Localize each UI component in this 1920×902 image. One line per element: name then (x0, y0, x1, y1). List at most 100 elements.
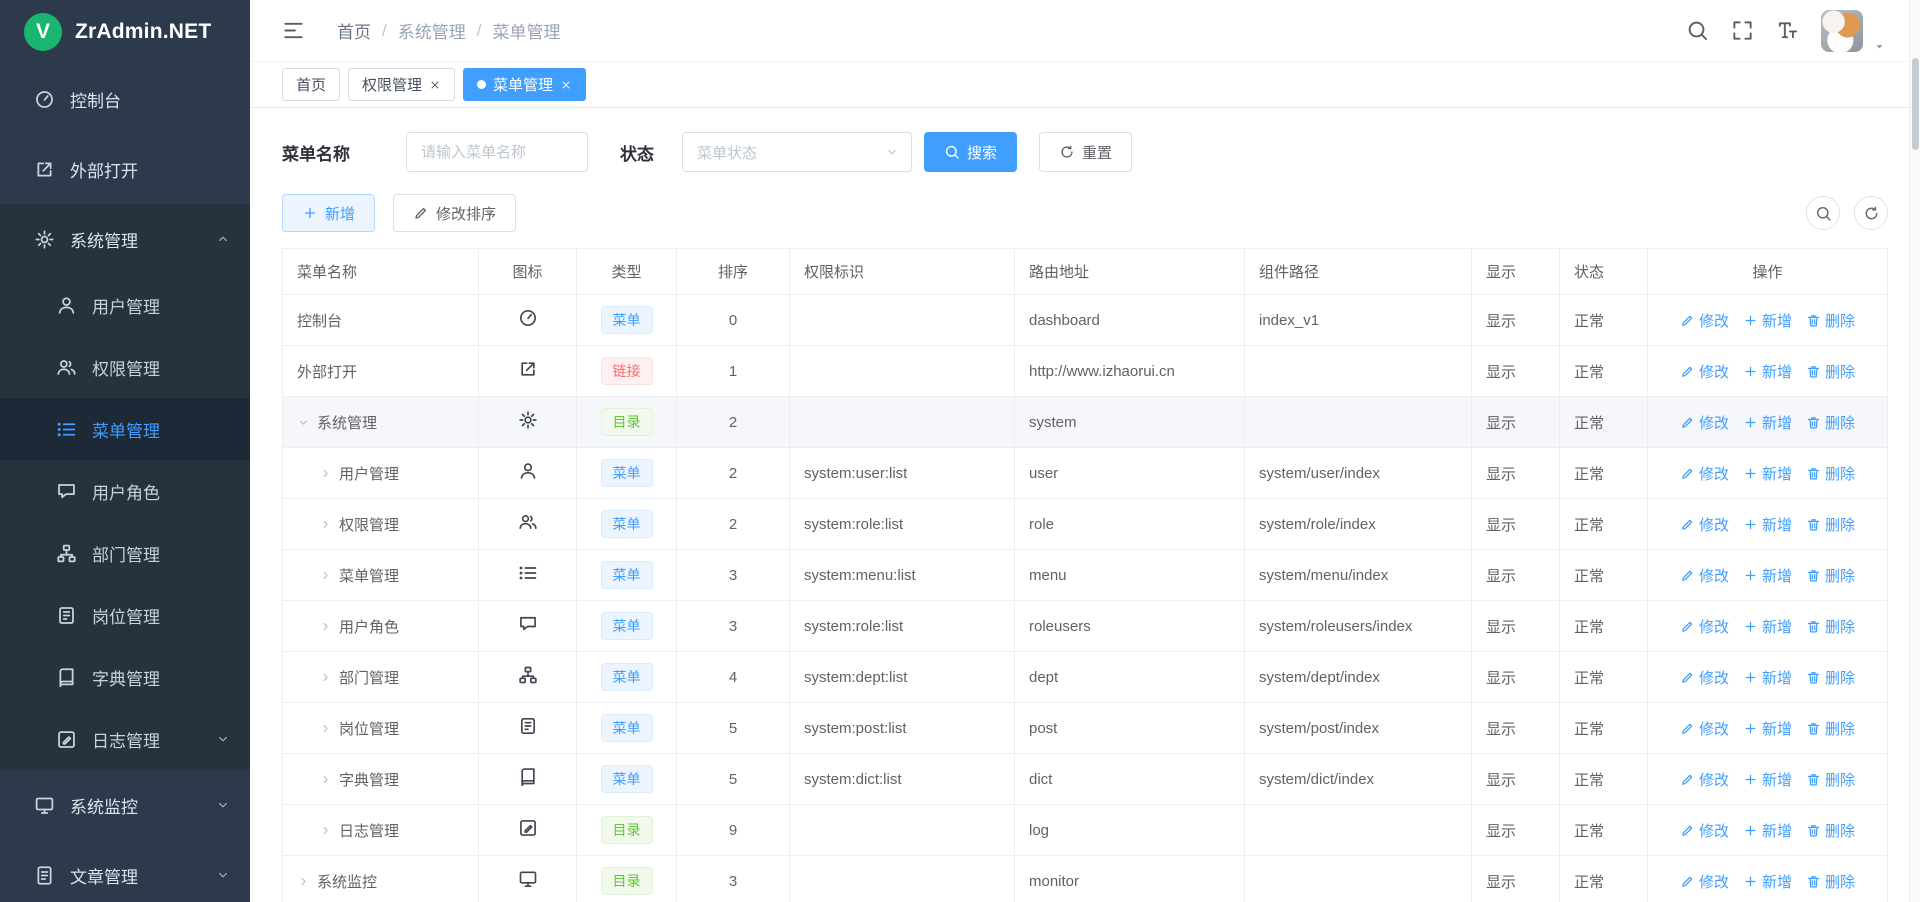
add-link[interactable]: 新增 (1743, 718, 1792, 739)
add-link[interactable]: 新增 (1743, 616, 1792, 637)
delete-link[interactable]: 删除 (1806, 820, 1855, 841)
delete-link[interactable]: 删除 (1806, 769, 1855, 790)
delete-link[interactable]: 删除 (1806, 616, 1855, 637)
sidebar-item[interactable]: 系统管理 (0, 204, 250, 274)
breadcrumb-item[interactable]: 菜单管理 (492, 18, 560, 43)
breadcrumb-item[interactable]: 系统管理 (398, 18, 466, 43)
delete-link[interactable]: 删除 (1806, 514, 1855, 535)
edit-link[interactable]: 修改 (1680, 820, 1729, 841)
add-link[interactable]: 新增 (1743, 412, 1792, 433)
menu-name-label: 菜单名称 (282, 140, 350, 165)
table-row[interactable]: 系统管理目录2system显示正常修改新增删除 (283, 397, 1888, 448)
table-row[interactable]: 用户角色菜单3system:role:listroleuserssystem/r… (283, 601, 1888, 652)
edit-link[interactable]: 修改 (1680, 514, 1729, 535)
menu-fold-icon[interactable] (282, 19, 305, 42)
edit-link[interactable]: 修改 (1680, 769, 1729, 790)
delete-link[interactable]: 删除 (1806, 871, 1855, 892)
user-role-icon (56, 481, 77, 502)
reset-button[interactable]: 重置 (1039, 132, 1132, 172)
edit-link[interactable]: 修改 (1680, 310, 1729, 331)
sidebar-item[interactable]: 权限管理 (0, 336, 250, 398)
add-link[interactable]: 新增 (1743, 820, 1792, 841)
close-icon[interactable] (560, 79, 572, 91)
page-scrollbar[interactable] (1909, 0, 1920, 902)
sidebar-item[interactable]: 外部打开 (0, 134, 250, 204)
edit-link[interactable]: 修改 (1680, 871, 1729, 892)
font-size-icon[interactable] (1776, 19, 1799, 42)
breadcrumb-item[interactable]: 首页 (337, 18, 371, 43)
chevron-right-icon (319, 722, 332, 735)
table-row[interactable]: 控制台菜单0dashboardindex_v1显示正常修改新增删除 (283, 295, 1888, 346)
sidebar-item[interactable]: 用户角色 (0, 460, 250, 522)
perm-value: system:role:list (790, 499, 1015, 550)
sidebar-item[interactable]: 用户管理 (0, 274, 250, 336)
table-row[interactable]: 字典管理菜单5system:dict:listdictsystem/dict/i… (283, 754, 1888, 805)
scrollbar-thumb[interactable] (1912, 58, 1919, 150)
component-value (1245, 397, 1472, 448)
edit-link[interactable]: 修改 (1680, 361, 1729, 382)
sidebar-item[interactable]: 字典管理 (0, 646, 250, 708)
user-avatar[interactable] (1821, 10, 1863, 52)
edit-link[interactable]: 修改 (1680, 616, 1729, 637)
add-link[interactable]: 新增 (1743, 871, 1792, 892)
table-row[interactable]: 权限管理菜单2system:role:listrolesystem/role/i… (283, 499, 1888, 550)
add-link[interactable]: 新增 (1743, 361, 1792, 382)
table-row[interactable]: 菜单管理菜单3system:menu:listmenusystem/menu/i… (283, 550, 1888, 601)
table-row[interactable]: 用户管理菜单2system:user:listusersystem/user/i… (283, 448, 1888, 499)
edit-link[interactable]: 修改 (1680, 718, 1729, 739)
table-row[interactable]: 外部打开链接1http://www.izhaorui.cn显示正常修改新增删除 (283, 346, 1888, 397)
table-row[interactable]: 系统监控目录3monitor显示正常修改新增删除 (283, 856, 1888, 902)
table-row[interactable]: 部门管理菜单4system:dept:listdeptsystem/dept/i… (283, 652, 1888, 703)
sidebar-item[interactable]: 岗位管理 (0, 584, 250, 646)
tab[interactable]: 菜单管理 (463, 68, 586, 101)
status-select[interactable]: 菜单状态 (682, 132, 912, 172)
sidebar-item[interactable]: 日志管理 (0, 708, 250, 770)
menu-name-input[interactable] (406, 132, 588, 172)
sidebar-item[interactable]: 菜单管理 (0, 398, 250, 460)
perm-value: system:menu:list (790, 550, 1015, 601)
sidebar-item[interactable]: 控制台 (0, 64, 250, 134)
delete-link-label: 删除 (1825, 871, 1855, 892)
delete-link[interactable]: 删除 (1806, 565, 1855, 586)
delete-link[interactable]: 删除 (1806, 361, 1855, 382)
sidebar-item[interactable]: 部门管理 (0, 522, 250, 584)
app-logo[interactable]: V ZrAdmin.NET (0, 0, 250, 64)
delete-link[interactable]: 删除 (1806, 718, 1855, 739)
tab[interactable]: 权限管理 (348, 68, 455, 101)
perm-value: system:user:list (790, 448, 1015, 499)
tab-bar: 首页权限管理菜单管理 (250, 62, 1920, 108)
component-value: system/dict/index (1245, 754, 1472, 805)
delete-link[interactable]: 删除 (1806, 463, 1855, 484)
delete-link[interactable]: 删除 (1806, 412, 1855, 433)
add-link[interactable]: 新增 (1743, 769, 1792, 790)
add-link[interactable]: 新增 (1743, 565, 1792, 586)
edit-link-label: 修改 (1699, 514, 1729, 535)
search-icon[interactable] (1686, 19, 1709, 42)
caret-down-icon[interactable] (1873, 40, 1886, 53)
add-link[interactable]: 新增 (1743, 667, 1792, 688)
table-refresh-button[interactable] (1854, 196, 1888, 230)
search-button[interactable]: 搜索 (924, 132, 1017, 172)
fullscreen-icon[interactable] (1731, 19, 1754, 42)
edit-link[interactable]: 修改 (1680, 463, 1729, 484)
add-button[interactable]: 新增 (282, 194, 375, 232)
delete-link[interactable]: 删除 (1806, 310, 1855, 331)
add-link[interactable]: 新增 (1743, 463, 1792, 484)
close-icon[interactable] (429, 79, 441, 91)
sidebar-item[interactable]: 系统监控 (0, 770, 250, 840)
sidebar-item[interactable]: 文章管理 (0, 840, 250, 902)
chevron-right-icon (319, 467, 332, 480)
edit-link[interactable]: 修改 (1680, 667, 1729, 688)
sort-button[interactable]: 修改排序 (393, 194, 516, 232)
table-row[interactable]: 岗位管理菜单5system:post:listpostsystem/post/i… (283, 703, 1888, 754)
add-link[interactable]: 新增 (1743, 310, 1792, 331)
table-row[interactable]: 日志管理目录9log显示正常修改新增删除 (283, 805, 1888, 856)
edit-link[interactable]: 修改 (1680, 412, 1729, 433)
sidebar-menu: 控制台外部打开系统管理用户管理权限管理菜单管理用户角色部门管理岗位管理字典管理日… (0, 64, 250, 902)
delete-link[interactable]: 删除 (1806, 667, 1855, 688)
gear-icon (34, 229, 55, 250)
table-search-button[interactable] (1806, 196, 1840, 230)
tab[interactable]: 首页 (282, 68, 340, 101)
edit-link[interactable]: 修改 (1680, 565, 1729, 586)
add-link[interactable]: 新增 (1743, 514, 1792, 535)
